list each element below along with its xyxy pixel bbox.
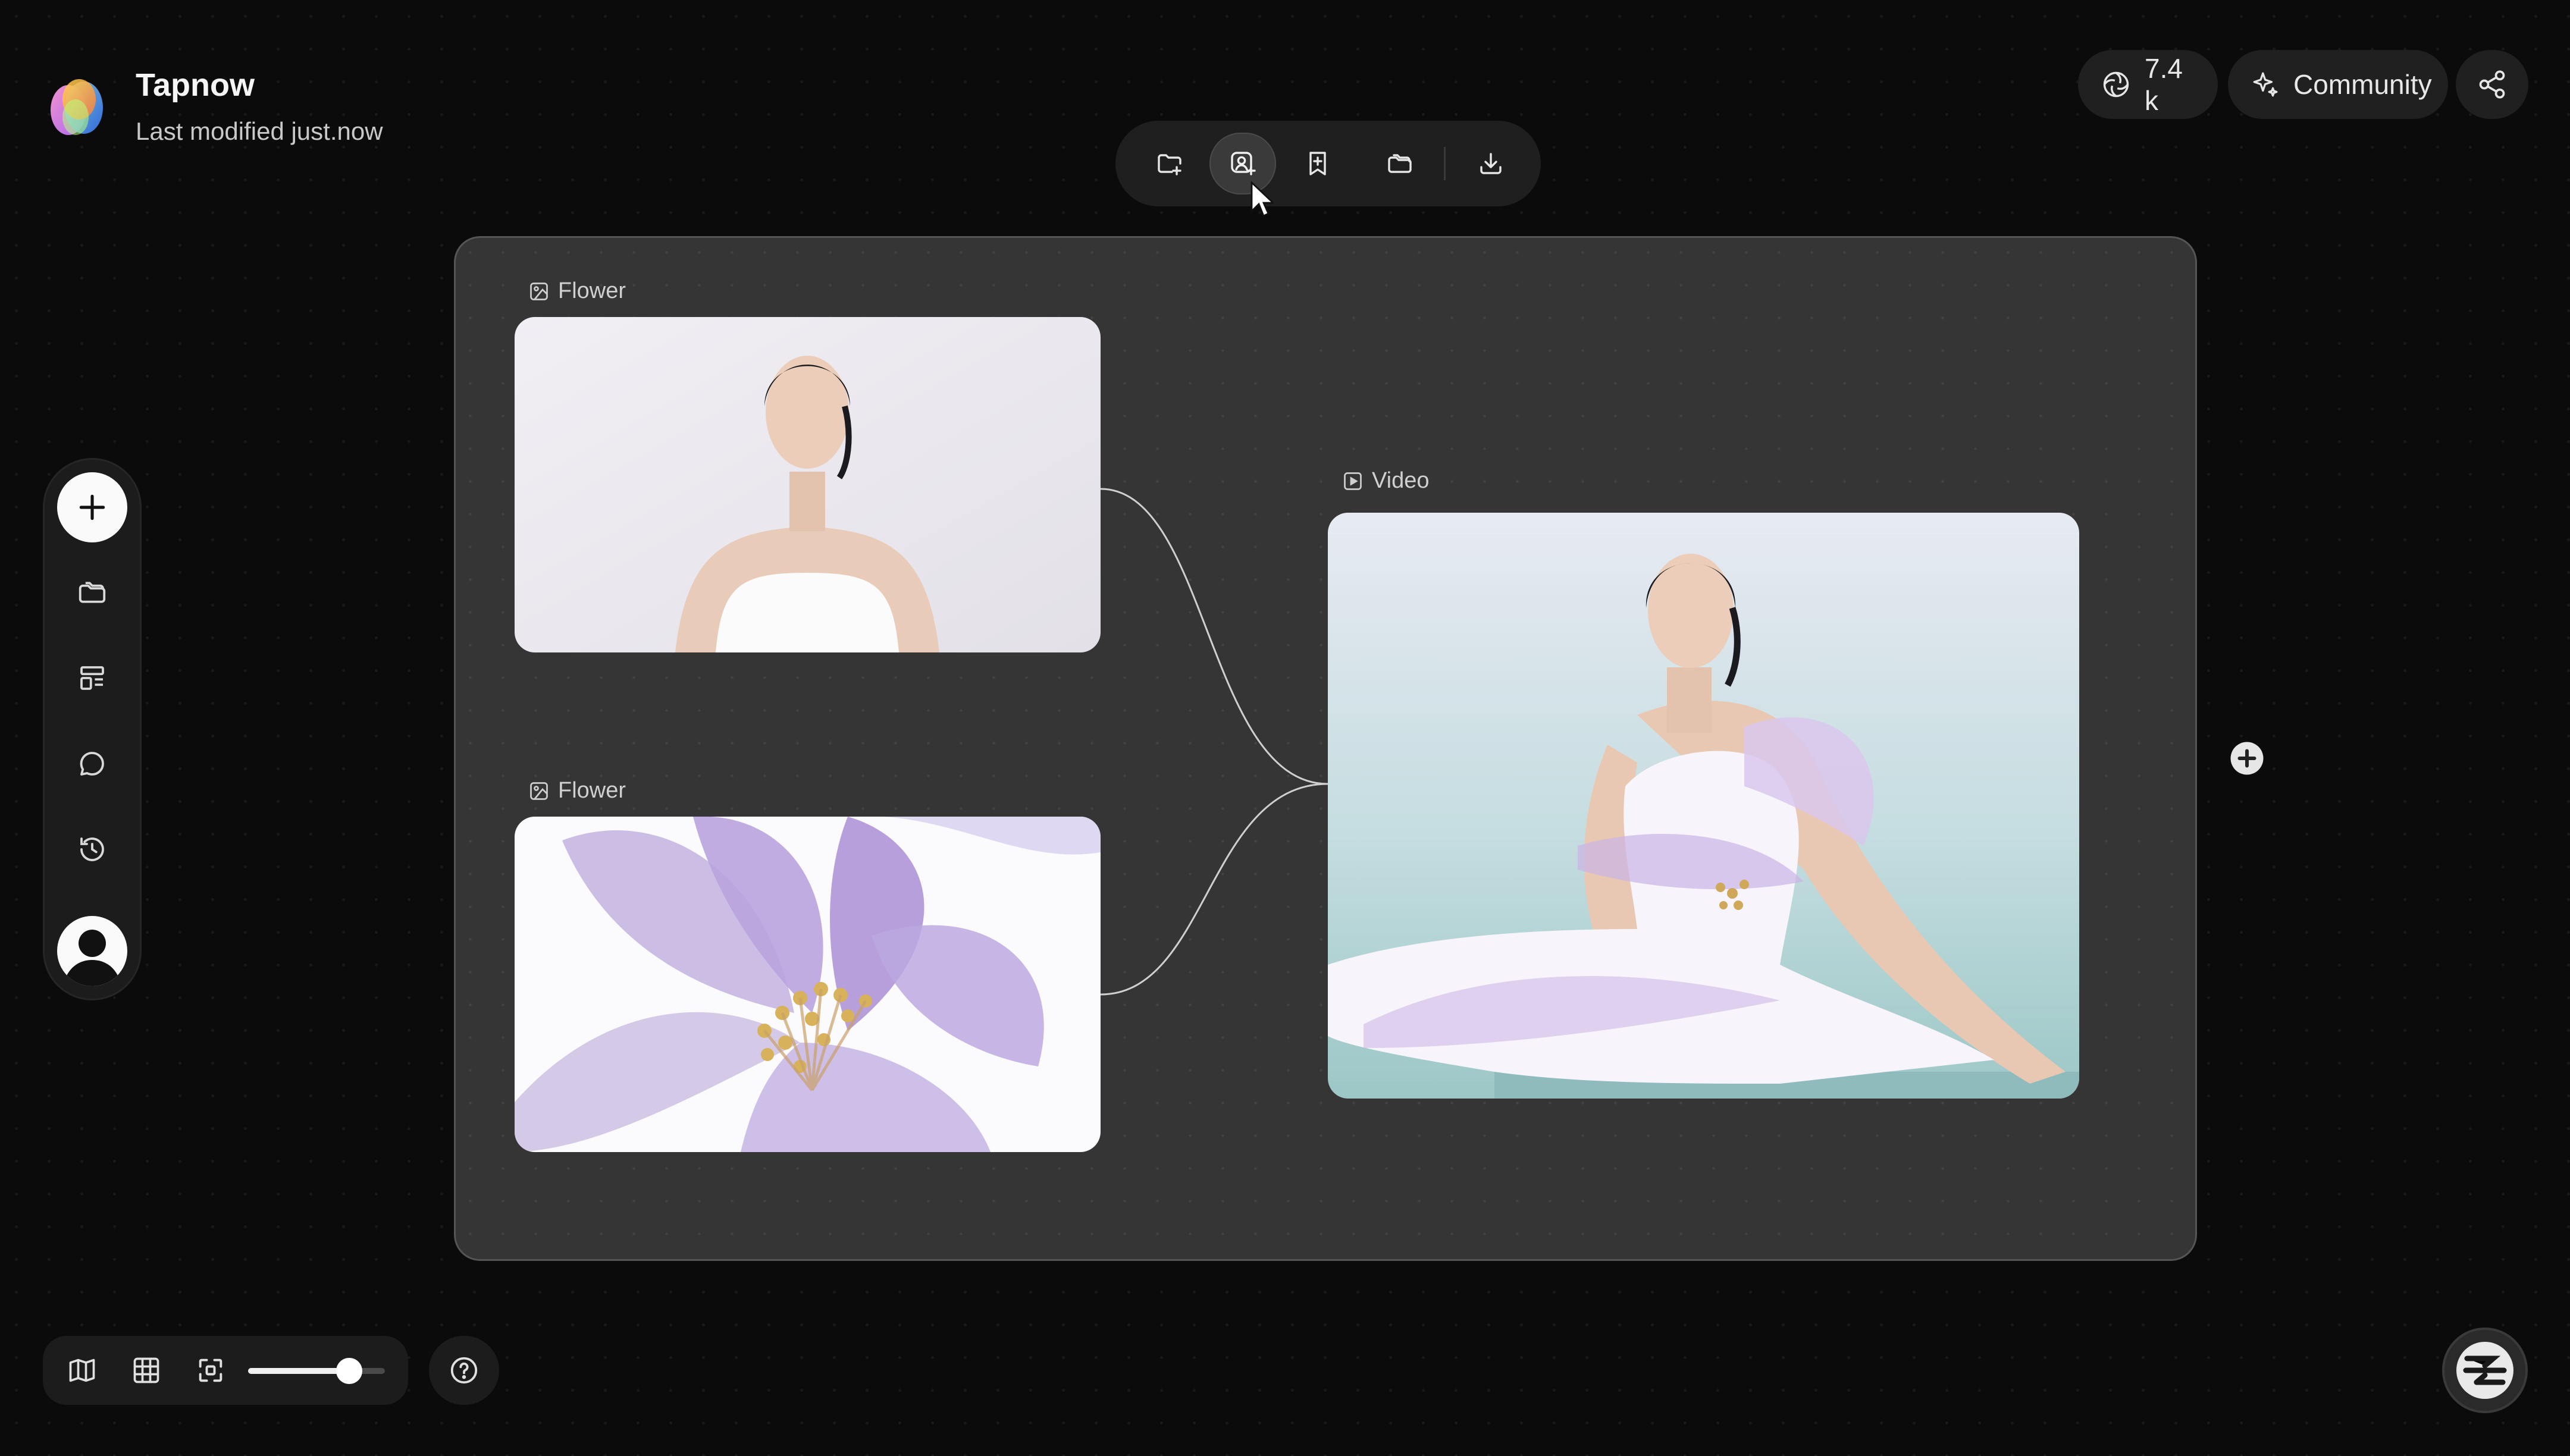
video-icon [1342, 470, 1364, 492]
node-title: Flower [558, 778, 626, 803]
node-label-flower-1: Flower [528, 278, 626, 304]
node-title: Video [1372, 468, 1430, 493]
map-icon [67, 1355, 98, 1386]
zoom-slider[interactable] [248, 1358, 385, 1384]
minimap-button[interactable] [58, 1347, 106, 1394]
image-icon [528, 281, 550, 302]
brand-logo-button[interactable] [2442, 1328, 2528, 1413]
add-connected-node-button[interactable] [2229, 740, 2265, 776]
image-node-flower[interactable] [515, 817, 1101, 1152]
plus-circle-icon [2229, 740, 2265, 776]
fit-screen-button[interactable] [187, 1347, 234, 1394]
image-node-portrait[interactable] [515, 317, 1101, 652]
grid-toggle-button[interactable] [123, 1347, 170, 1394]
video-node-output[interactable] [1328, 513, 2079, 1099]
canvas-controls [43, 1336, 408, 1405]
zoom-slider-fill [248, 1368, 350, 1374]
zoom-slider-handle[interactable] [336, 1358, 363, 1384]
brand-logo-icon [2454, 1339, 2516, 1401]
help-button[interactable] [429, 1336, 499, 1405]
node-title: Flower [558, 278, 626, 303]
fit-screen-icon [195, 1355, 226, 1386]
node-label-flower-2: Flower [528, 778, 626, 804]
node-connections [1100, 488, 1328, 996]
grid-icon [131, 1355, 162, 1386]
help-icon [448, 1354, 480, 1386]
node-label-video: Video [1342, 468, 1430, 494]
image-icon [528, 780, 550, 802]
